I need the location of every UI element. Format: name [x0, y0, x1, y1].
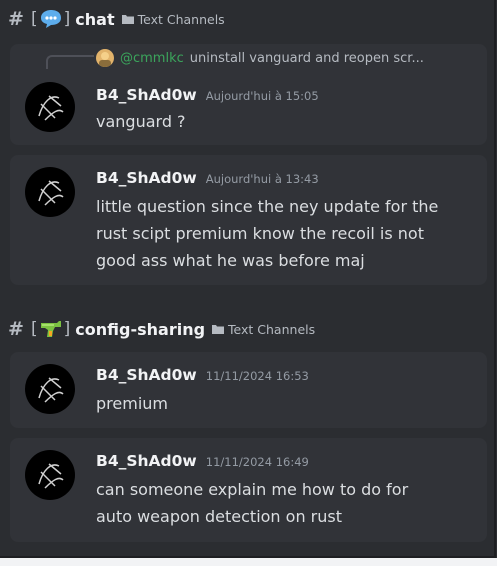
author-name[interactable]: B4_ShAd0w [96, 169, 197, 187]
message-author[interactable]: B4_ShAd0w Aujourd'hui à 15:05 [96, 86, 319, 104]
bracket-left: [ [31, 9, 38, 29]
message-line: little question since the ney update for… [96, 197, 439, 216]
message-timestamp: 11/11/2024 16:49 [205, 455, 309, 469]
channel-name: chat [75, 9, 115, 29]
reply-connector [46, 55, 94, 69]
message-line: premium [96, 394, 168, 413]
channel-hash-icon: # [8, 318, 24, 340]
channel-header-config-sharing[interactable]: # [ ] config-sharing Text Channels [8, 316, 315, 342]
search-result-message[interactable]: B4_ShAd0w 11/11/2024 16:53 premium [10, 352, 487, 428]
cropped-background-strip [0, 558, 497, 566]
avatar[interactable] [25, 364, 75, 414]
folder-icon [212, 325, 225, 334]
speech-bubble-icon [40, 10, 61, 28]
water-pistol-icon [40, 321, 61, 337]
avatar[interactable] [25, 450, 75, 500]
bracket-right: ] [63, 9, 71, 29]
message-timestamp: 11/11/2024 16:53 [205, 369, 309, 383]
message-line: rust scipt premium know the recoil is no… [96, 224, 424, 243]
message-content: vanguard ? [96, 108, 471, 135]
search-result-message[interactable]: B4_ShAd0w Aujourd'hui à 13:43 little ques… [10, 155, 487, 285]
reply-preview[interactable]: @cmmlkc uninstall vanguard and reopen sc… [96, 48, 424, 68]
search-result-message[interactable]: B4_ShAd0w 11/11/2024 16:49 can someone ex… [10, 438, 487, 542]
avatar[interactable] [25, 82, 75, 132]
message-line: good ass what he was before maj [96, 251, 365, 270]
search-results-panel: # [ ] chat Text Channels @cmmlkc uninsta… [0, 0, 496, 558]
message-content: little question since the ney update for… [96, 193, 471, 274]
message-author[interactable]: B4_ShAd0w 11/11/2024 16:49 [96, 452, 309, 470]
reply-text: uninstall vanguard and reopen scr... [189, 50, 424, 66]
message-content: premium [96, 390, 471, 417]
bracket-left: [ [31, 319, 38, 339]
channel-category: Text Channels [137, 11, 225, 27]
channel-hash-icon: # [8, 8, 24, 30]
message-author[interactable]: B4_ShAd0w Aujourd'hui à 13:43 [96, 169, 319, 187]
reply-mention[interactable]: @cmmlkc [120, 51, 184, 66]
message-line: can someone explain me how to do for [96, 480, 409, 499]
channel-category: Text Channels [228, 321, 316, 337]
author-name[interactable]: B4_ShAd0w [96, 452, 197, 470]
message-content: can someone explain me how to do for aut… [96, 476, 471, 530]
message-timestamp: Aujourd'hui à 13:43 [205, 172, 319, 186]
channel-header-chat[interactable]: # [ ] chat Text Channels [8, 6, 225, 32]
avatar[interactable] [25, 167, 75, 217]
search-result-message[interactable]: @cmmlkc uninstall vanguard and reopen sc… [10, 44, 487, 145]
reply-avatar [96, 49, 114, 67]
folder-icon [121, 15, 134, 24]
author-name[interactable]: B4_ShAd0w [96, 86, 197, 104]
message-timestamp: Aujourd'hui à 15:05 [205, 89, 319, 103]
bracket-right: ] [63, 319, 71, 339]
message-line: auto weapon detection on rust [96, 507, 342, 526]
author-name[interactable]: B4_ShAd0w [96, 366, 197, 384]
message-line: vanguard ? [96, 112, 186, 131]
message-author[interactable]: B4_ShAd0w 11/11/2024 16:53 [96, 366, 309, 384]
channel-name: config-sharing [75, 319, 206, 339]
